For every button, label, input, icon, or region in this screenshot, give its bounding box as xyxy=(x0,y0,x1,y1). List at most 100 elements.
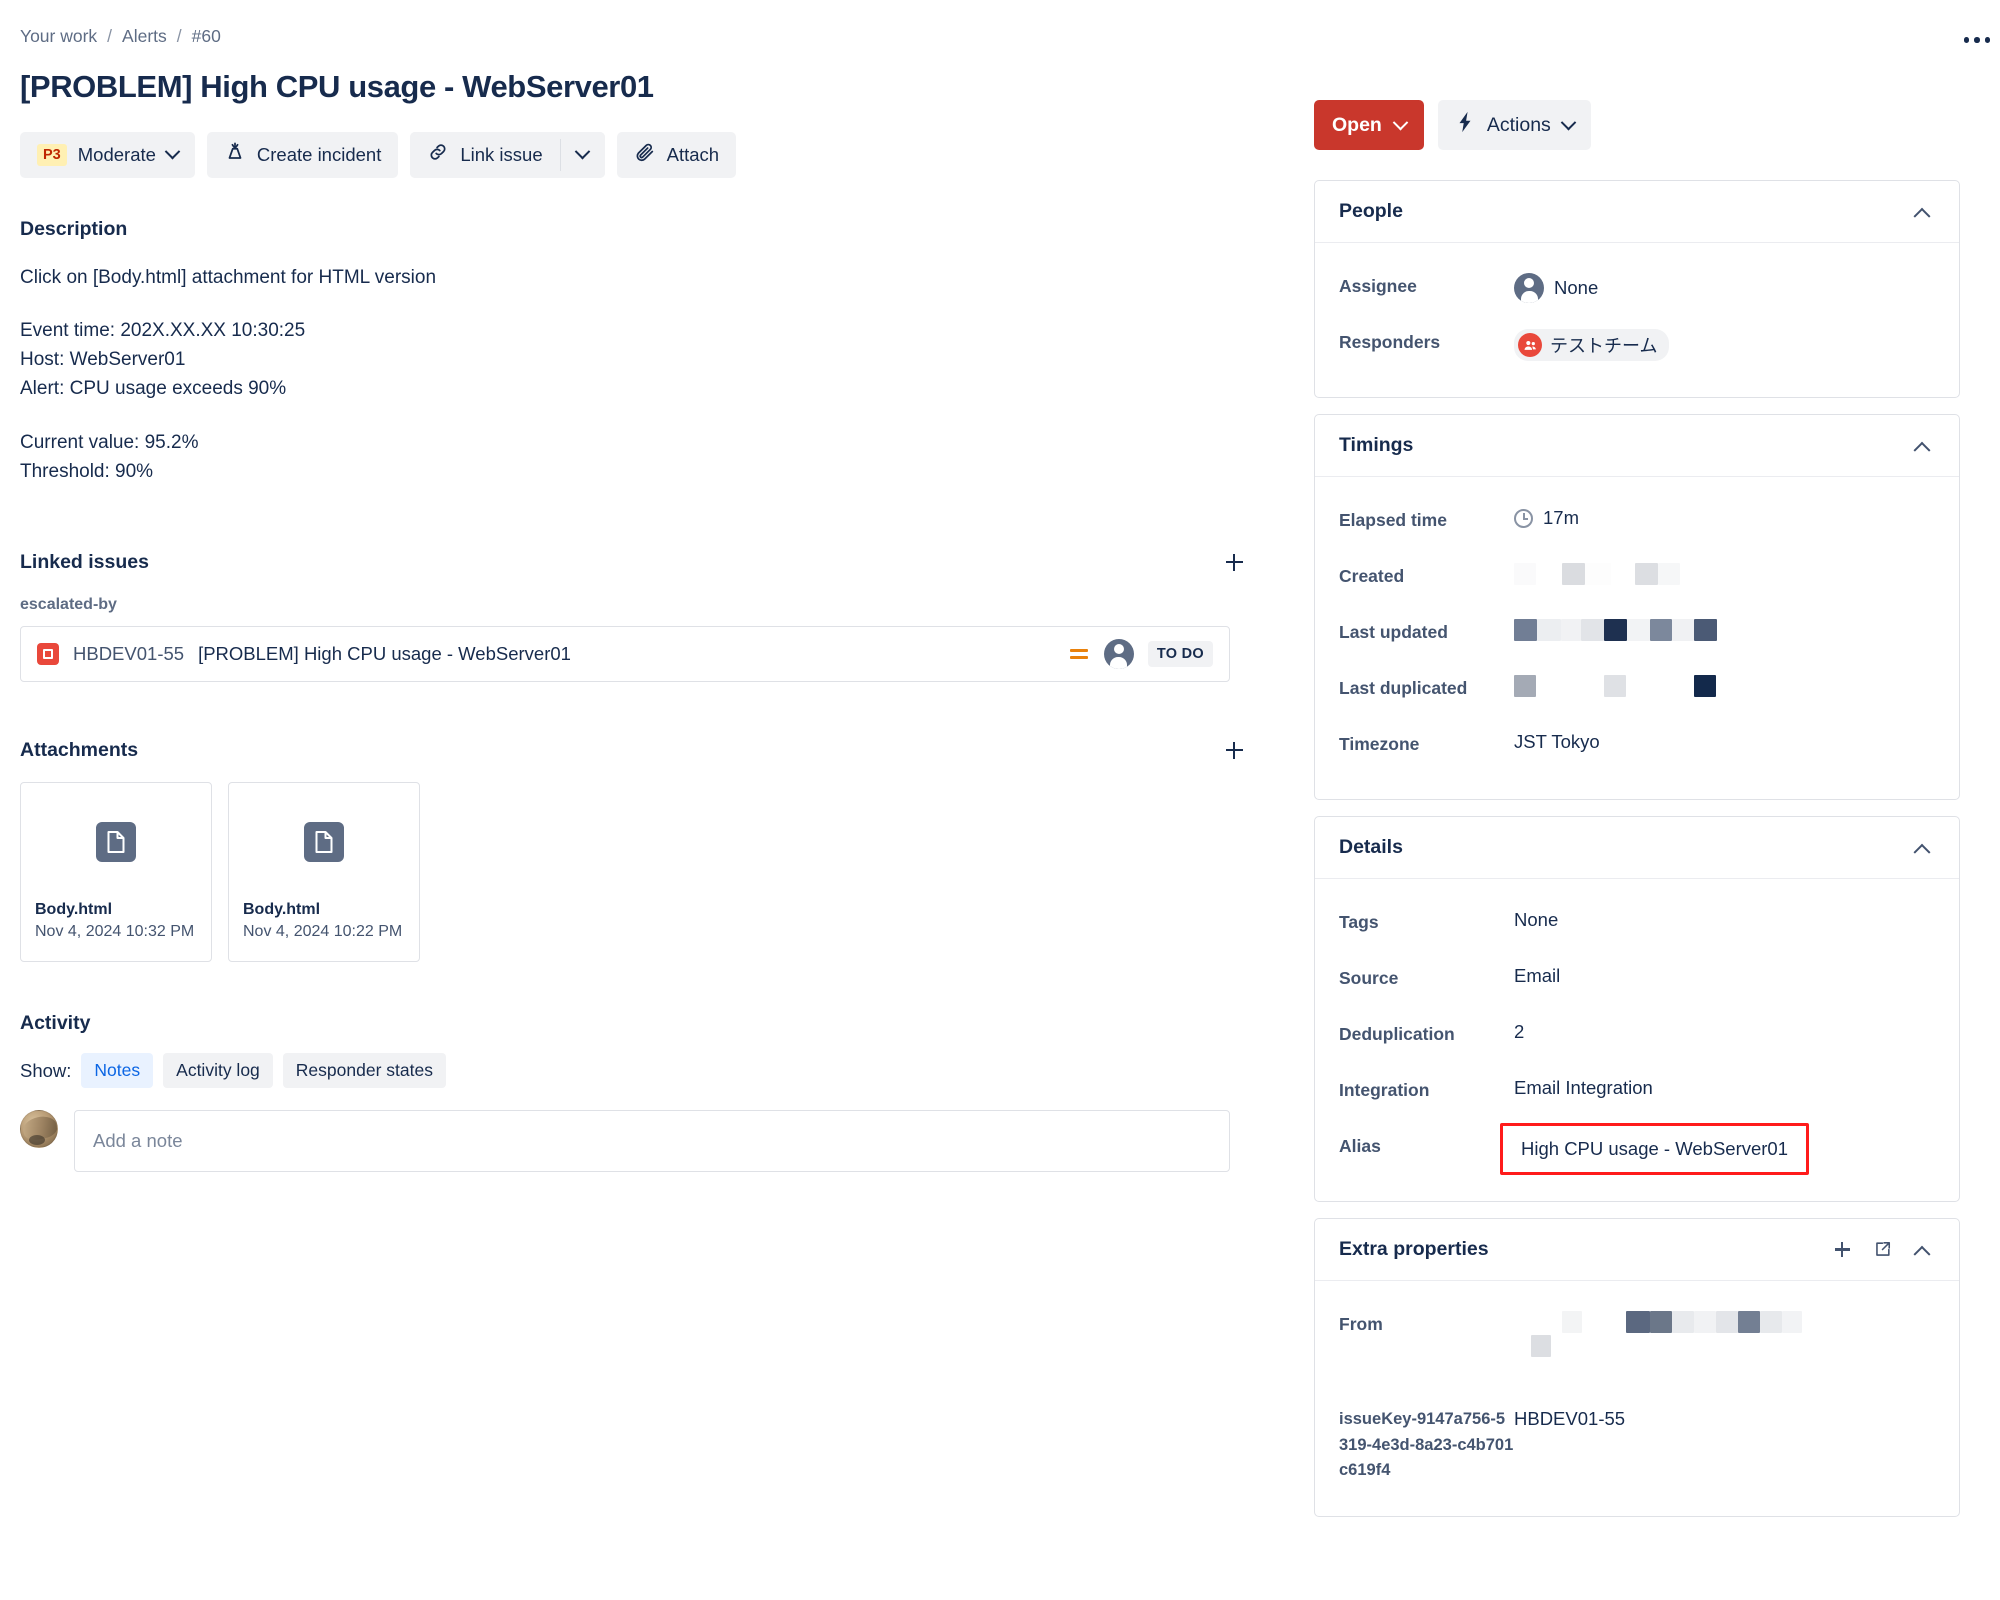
link-issue-dropdown-button[interactable] xyxy=(560,131,605,178)
source-label: Source xyxy=(1339,968,1399,988)
tags-row: Tags None xyxy=(1339,897,1935,953)
add-extra-property-button[interactable] xyxy=(1825,1233,1859,1267)
avatar xyxy=(1103,639,1134,670)
deduplication-value: 2 xyxy=(1514,1021,1525,1042)
add-linked-issue-button[interactable] xyxy=(1216,544,1252,580)
chevron-down-icon xyxy=(574,143,591,160)
collapse-people-button[interactable] xyxy=(1905,195,1939,229)
linked-issues-section: Linked issues escalated-by HBDEV01-55 [P… xyxy=(20,544,1260,683)
description-line: Alert: CPU usage exceeds 90% xyxy=(20,378,287,400)
collapse-extra-properties-button[interactable] xyxy=(1905,1233,1939,1267)
linked-issue-key[interactable]: HBDEV01-55 xyxy=(73,643,184,665)
redaction-block xyxy=(1581,619,1604,641)
redaction-block xyxy=(1716,1311,1738,1333)
attachment-card[interactable]: Body.html Nov 4, 2024 10:22 PM xyxy=(228,782,420,963)
chevron-down-icon xyxy=(1392,114,1409,130)
open-external-button[interactable] xyxy=(1865,1233,1899,1267)
page-title: [PROBLEM] High CPU usage - WebServer01 xyxy=(20,69,654,104)
actions-dropdown-button[interactable]: Actions xyxy=(1437,100,1591,150)
collapse-details-button[interactable] xyxy=(1905,831,1939,865)
redaction-block xyxy=(1650,1311,1672,1333)
activity-heading: Activity xyxy=(20,1012,91,1035)
elapsed-time-label: Elapsed time xyxy=(1339,510,1447,530)
responder-team-name: テストチーム xyxy=(1550,336,1658,356)
tab-notes[interactable]: Notes xyxy=(81,1053,154,1089)
breadcrumb-separator: / xyxy=(176,26,182,46)
breadcrumb: Your work / Alerts / #60 xyxy=(20,26,1260,47)
collapse-timings-button[interactable] xyxy=(1905,429,1939,463)
create-incident-button[interactable]: Create incident xyxy=(206,131,399,178)
link-type-label: escalated-by xyxy=(20,596,117,614)
details-card: Details Tags None Source Email Deduplica… xyxy=(1314,816,1960,1202)
attachment-name: Body.html xyxy=(35,901,113,919)
redaction-block xyxy=(1561,619,1581,641)
status-badge[interactable]: TO DO xyxy=(1147,641,1213,668)
add-attachment-button[interactable] xyxy=(1216,732,1252,768)
description-line: Event time: 202X.XX.XX 10:30:25 xyxy=(20,319,306,341)
linked-issue-row[interactable]: HBDEV01-55 [PROBLEM] High CPU usage - We… xyxy=(20,626,1230,683)
redaction-block xyxy=(1514,563,1536,585)
linked-issue-summary[interactable]: [PROBLEM] High CPU usage - WebServer01 xyxy=(198,643,1070,665)
created-value-redacted xyxy=(1514,563,1680,585)
chevron-up-icon xyxy=(1913,1245,1931,1263)
redaction-block xyxy=(1582,1311,1626,1333)
responder-team-pill[interactable]: テストチーム xyxy=(1514,329,1670,361)
responders-label: Responders xyxy=(1339,332,1441,352)
redaction-block xyxy=(1782,1311,1802,1333)
attachment-date: Nov 4, 2024 10:22 PM xyxy=(243,923,403,941)
clock-icon xyxy=(1514,508,1533,528)
redaction-block xyxy=(1514,675,1536,697)
attach-button[interactable]: Attach xyxy=(616,131,737,178)
incident-icon xyxy=(224,141,246,168)
deduplication-row: Deduplication 2 xyxy=(1339,1009,1935,1065)
main-content: Your work / Alerts / #60 [PROBLEM] High … xyxy=(0,0,1290,1600)
breadcrumb-item-alerts[interactable]: Alerts xyxy=(122,26,167,47)
breadcrumb-item-alert-id[interactable]: #60 xyxy=(192,26,221,47)
extra-property-value: HBDEV01-55 xyxy=(1514,1408,1626,1429)
tab-responder-states[interactable]: Responder states xyxy=(282,1053,446,1089)
chevron-up-icon xyxy=(1913,441,1931,459)
status-dropdown-button[interactable]: Open xyxy=(1314,100,1424,150)
integration-row: Integration Email Integration xyxy=(1339,1065,1935,1121)
link-issue-button[interactable]: Link issue xyxy=(410,131,560,178)
add-note-input[interactable] xyxy=(74,1110,1230,1173)
redaction-block xyxy=(1536,563,1562,585)
source-row: Source Email xyxy=(1339,953,1935,1009)
redaction-block xyxy=(1536,675,1604,697)
document-icon xyxy=(304,822,344,863)
link-issue-split-button: Link issue xyxy=(410,131,605,178)
from-value-redacted-line2 xyxy=(1514,1335,1935,1357)
show-label: Show: xyxy=(20,1059,72,1081)
redaction-block xyxy=(1537,619,1561,641)
attachment-card[interactable]: Body.html Nov 4, 2024 10:32 PM xyxy=(20,782,212,963)
team-icon xyxy=(1518,333,1542,357)
breadcrumb-item-your-work[interactable]: Your work xyxy=(20,26,97,47)
timezone-label: Timezone xyxy=(1339,734,1420,754)
create-incident-label: Create incident xyxy=(256,143,382,165)
link-icon xyxy=(427,141,449,168)
last-updated-label: Last updated xyxy=(1339,622,1448,642)
chevron-up-icon xyxy=(1913,843,1931,861)
redaction-block xyxy=(1562,563,1585,585)
assignee-value-container[interactable]: None xyxy=(1514,269,1935,303)
priority-selector-button[interactable]: P3 Moderate xyxy=(20,131,195,178)
action-toolbar: P3 Moderate Create incident Link issue A… xyxy=(20,131,1260,178)
redaction-block xyxy=(1760,1311,1782,1333)
sidebar-panel: Open Actions People Assignee None Respon… xyxy=(1290,0,2000,1600)
redaction-block xyxy=(1635,563,1658,585)
created-row: Created xyxy=(1339,551,1935,607)
last-updated-row: Last updated xyxy=(1339,607,1935,663)
integration-label: Integration xyxy=(1339,1080,1430,1100)
redaction-block xyxy=(1562,1311,1582,1333)
attachments-heading: Attachments xyxy=(20,738,139,761)
redaction-block xyxy=(1626,675,1694,697)
redaction-block xyxy=(1650,619,1672,641)
source-value: Email xyxy=(1514,965,1561,986)
redaction-block xyxy=(1531,1335,1551,1357)
redaction-block xyxy=(1627,619,1650,641)
medium-priority-icon xyxy=(1069,649,1088,660)
more-actions-button[interactable] xyxy=(1954,22,2000,58)
redaction-block xyxy=(1604,675,1626,697)
tab-activity-log[interactable]: Activity log xyxy=(163,1053,273,1089)
extra-properties-card-title: Extra properties xyxy=(1339,1238,1489,1260)
